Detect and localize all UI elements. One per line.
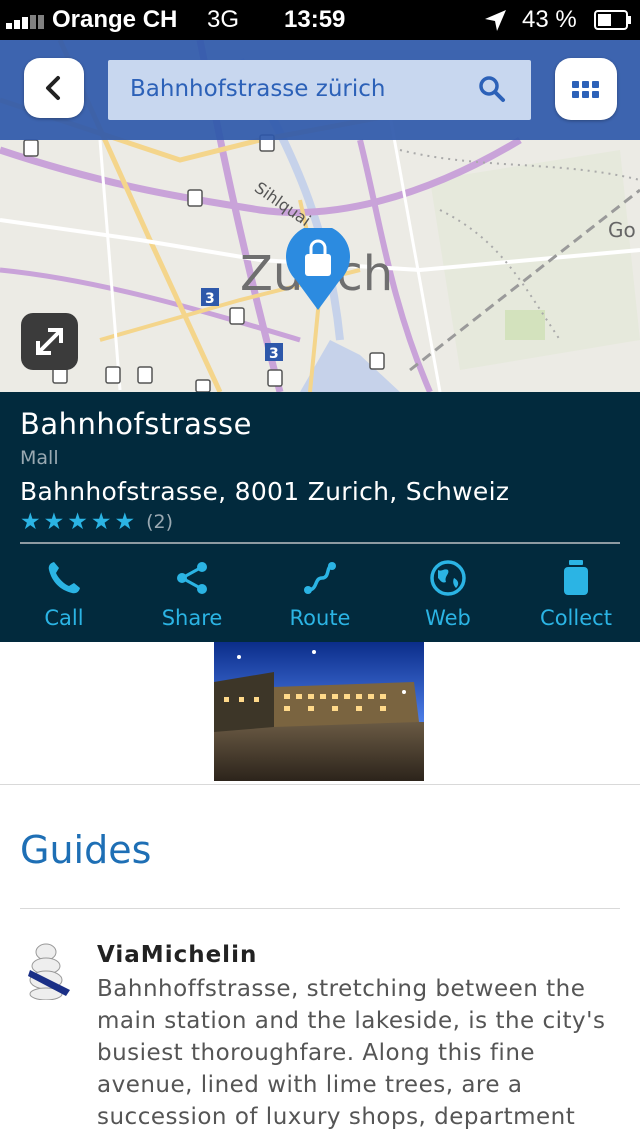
share-label: Share xyxy=(161,606,223,630)
route-label: Route xyxy=(289,606,351,630)
battery-icon xyxy=(594,10,631,30)
place-photo[interactable] xyxy=(214,642,424,781)
action-bar: Call Share Route Web Collect xyxy=(0,552,640,642)
apps-menu-button[interactable] xyxy=(555,58,617,120)
search-input[interactable]: Bahnhofstrasse zürich xyxy=(130,76,385,102)
globe-icon xyxy=(430,560,466,596)
web-label: Web xyxy=(425,606,471,630)
call-button[interactable]: Call xyxy=(0,552,128,642)
collect-button[interactable]: Collect xyxy=(512,552,640,642)
chevron-left-icon xyxy=(46,76,60,100)
clock: 13:59 xyxy=(284,6,346,33)
divider xyxy=(0,784,640,785)
star-icon: ★ xyxy=(67,509,88,535)
signal-strength-icon xyxy=(6,15,48,29)
review-count[interactable]: (2) xyxy=(146,511,173,533)
route-icon xyxy=(304,562,336,594)
status-bar: Orange CH 3G 13:59 43 % xyxy=(0,0,640,40)
star-icon: ★ xyxy=(90,509,112,535)
share-button[interactable]: Share xyxy=(128,552,256,642)
place-address: Bahnhofstrasse, 8001 Zurich, Schweiz xyxy=(20,477,510,506)
rating: ★ ★ ★ ★ ★ (2) xyxy=(20,509,173,535)
web-button[interactable]: Web xyxy=(384,552,512,642)
place-info-panel: Bahnhofstrasse Mall Bahnhofstrasse, 8001… xyxy=(0,392,640,642)
star-icon: ★ xyxy=(20,509,41,535)
map-label-district: Go xyxy=(608,218,636,242)
collect-label: Collect xyxy=(540,606,612,630)
guide-description: Bahnhoffstrasse, stretching between the … xyxy=(97,976,606,1130)
place-category: Mall xyxy=(20,447,59,469)
guide-source[interactable]: ViaMichelin xyxy=(97,942,257,968)
search-icon[interactable] xyxy=(477,74,507,104)
location-arrow-icon xyxy=(485,10,506,31)
divider xyxy=(20,908,620,909)
search-field[interactable]: Bahnhofstrasse zürich xyxy=(108,60,531,120)
expand-arrow-icon xyxy=(36,328,63,355)
shopping-bag-map-pin-icon[interactable] xyxy=(284,228,352,312)
carrier-name: Orange CH xyxy=(52,6,178,33)
phone-icon xyxy=(48,562,80,594)
guides-heading: Guides xyxy=(20,828,152,872)
expand-map-button[interactable] xyxy=(21,313,78,370)
battery-percent: 43 % xyxy=(522,6,577,33)
back-button[interactable] xyxy=(24,58,84,118)
star-icon: ★ xyxy=(114,509,136,535)
michelin-logo-icon xyxy=(28,943,70,1000)
place-name: Bahnhofstrasse xyxy=(20,407,252,441)
svg-text:3: 3 xyxy=(205,291,215,307)
route-button[interactable]: Route xyxy=(256,552,384,642)
divider xyxy=(20,542,620,544)
share-icon xyxy=(177,562,207,594)
network-type: 3G xyxy=(207,6,240,33)
svg-text:3: 3 xyxy=(269,346,279,362)
call-label: Call xyxy=(44,606,84,630)
star-icon: ★ xyxy=(43,509,65,535)
collect-icon xyxy=(564,560,588,595)
